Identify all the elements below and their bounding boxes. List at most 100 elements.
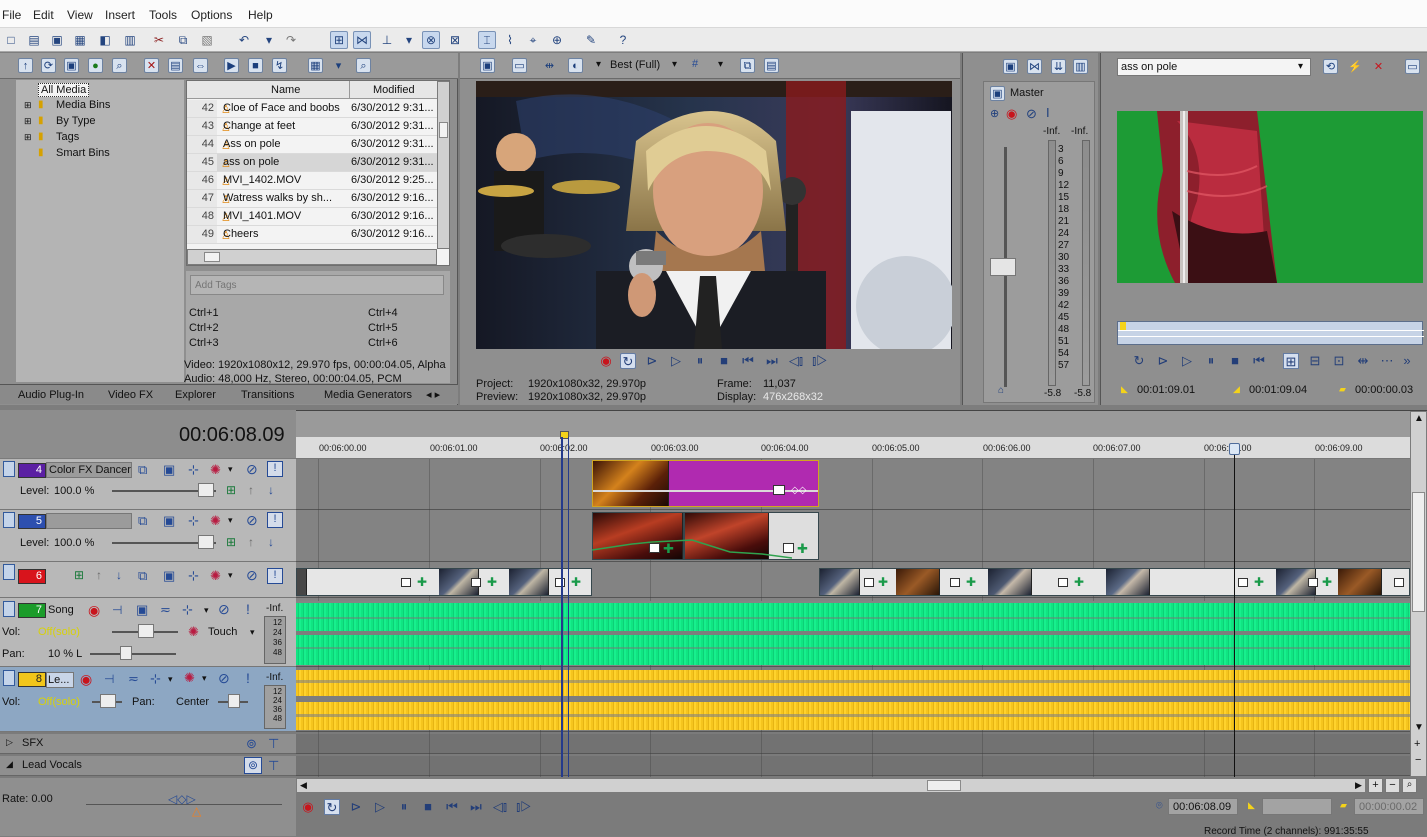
track-minimize-icon[interactable] [3, 461, 15, 477]
event-fx-icon[interactable]: ✚ [487, 575, 497, 589]
event-fx-icon[interactable]: ✚ [1254, 575, 1264, 589]
go-to-end-icon[interactable]: ⏭ [764, 353, 780, 369]
preview-quality[interactable]: Best (Full) [610, 59, 660, 71]
composite-mode-icon[interactable]: ⊞ [226, 483, 236, 497]
stop-icon[interactable]: ■ [420, 799, 436, 815]
track-fx-icon[interactable]: ▣ [163, 513, 175, 529]
automation-icon[interactable]: ✺ [210, 568, 221, 584]
bus-track-sfx[interactable]: ▷ SFX ⊚ ⊤ [0, 734, 296, 754]
solo-icon[interactable]: ! [267, 568, 283, 584]
trimmer-pause-icon[interactable]: ⏸ [1203, 353, 1219, 369]
event-fx-icon[interactable]: ✚ [417, 575, 427, 589]
child-icon[interactable]: ↓ [116, 568, 122, 582]
expand-icon[interactable]: ▷ [6, 737, 13, 748]
next-frame-icon[interactable]: ⫾▷ [812, 353, 828, 369]
opacity-envelope[interactable] [592, 512, 820, 560]
normal-edit-tool-icon[interactable]: ⌶ [478, 31, 496, 49]
delete-icon[interactable]: ✕ [144, 58, 159, 73]
trimmer-marker[interactable] [1120, 322, 1126, 330]
trimmer-snap-icon[interactable]: ⋯ [1379, 353, 1395, 369]
track-motion-icon[interactable]: ⧉ [138, 462, 147, 478]
arm-icon[interactable]: ⊕ [990, 107, 999, 120]
trimmer-go-start-icon[interactable]: ⏮ [1251, 353, 1267, 369]
track-minimize-icon[interactable] [3, 512, 15, 528]
go-to-end-icon[interactable]: ⏭ [468, 799, 484, 815]
track-header-5[interactable]: 5 ⧉ ▣ ⊹ ✺ ▾ ⊘ ! Level: 100.0 % ⊞ ↑ ↓ [0, 510, 296, 562]
menu-view[interactable]: View [67, 8, 93, 22]
tab-transitions[interactable]: Transitions [241, 389, 294, 401]
tab-scroll-icon[interactable]: ◂ ▸ [426, 388, 440, 401]
lock-icon[interactable]: ⌂ [998, 385, 1004, 396]
ignore-grouping-icon[interactable]: ⊠ [446, 31, 464, 49]
automation-icon[interactable]: ✺ [188, 624, 199, 640]
pan-slider-handle[interactable] [120, 646, 132, 660]
pan-crop-icon[interactable] [555, 578, 565, 587]
hscroll-thumb[interactable] [927, 780, 961, 791]
refresh-icon[interactable]: ⟳ [41, 58, 56, 73]
trimmer-sparkle-icon[interactable]: ⚡ [1347, 59, 1362, 74]
trimmer-loop-icon[interactable]: ↻ [1131, 353, 1147, 369]
event-fx-icon[interactable]: ✚ [966, 575, 976, 589]
track-minimize-icon[interactable] [3, 601, 15, 617]
next-frame-icon[interactable]: ⫾▷ [516, 799, 532, 815]
cut-icon[interactable]: ✂ [150, 31, 168, 49]
level-slider-handle[interactable] [198, 535, 214, 549]
whats-this-help-icon[interactable]: ? [614, 31, 632, 49]
views-dropdown-icon[interactable]: ▾ [331, 58, 346, 73]
auto-preview-icon[interactable]: ⇔ [193, 58, 208, 73]
pause-icon[interactable]: ⏸ [396, 799, 412, 815]
clip-track6-a[interactable]: ✚ ✚ ✚ [296, 568, 592, 596]
views-icon[interactable]: ▦ [308, 58, 323, 73]
ripple-edit-icon[interactable]: ⊥ [378, 31, 396, 49]
timeline-vscroll[interactable]: ▲ ▼ + − [1410, 411, 1427, 777]
mute-icon[interactable]: ⊘ [246, 461, 258, 478]
trimmer-timeline[interactable] [1117, 321, 1424, 345]
pan-slider[interactable] [90, 653, 176, 655]
pan-slider-handle[interactable] [228, 694, 240, 708]
lock-envelopes-icon[interactable]: ⊗ [422, 31, 440, 49]
loop-region-start[interactable] [561, 437, 563, 777]
automation-icon[interactable]: ✺ [210, 462, 221, 478]
eq-icon[interactable]: ≂ [128, 671, 139, 687]
paste-icon[interactable]: ▧ [198, 31, 216, 49]
preview-quality-dropdown-icon[interactable]: ▾ [596, 59, 601, 70]
column-modified[interactable]: Modified [373, 84, 415, 96]
event-fx-icon[interactable]: ✚ [1074, 575, 1084, 589]
solo-icon[interactable]: ! [246, 670, 250, 686]
new-icon[interactable]: □ [2, 31, 20, 49]
parent-icon[interactable]: ↑ [248, 535, 254, 549]
go-to-start-icon[interactable]: ⏮ [444, 799, 460, 815]
lane-track-4[interactable] [296, 459, 1410, 510]
menu-tools[interactable]: Tools [149, 8, 177, 22]
expand-icon[interactable]: ⊞ [24, 116, 32, 127]
ripple-dropdown-icon[interactable]: ▾ [400, 31, 418, 49]
bus-track-lead-vocals[interactable]: ◢ Lead Vocals ⊚ ⊤ [0, 756, 296, 776]
record-icon[interactable]: ◉ [598, 353, 614, 369]
master-fader-handle[interactable] [990, 258, 1016, 276]
mute-icon[interactable]: ⊘ [1026, 106, 1037, 122]
mute-icon[interactable]: ⊘ [218, 670, 230, 687]
expand-icon[interactable]: ⊞ [24, 132, 32, 143]
open-icon[interactable]: ▤ [25, 31, 43, 49]
pan-crop-icon[interactable] [401, 578, 411, 587]
input-icon[interactable]: ⊹ [182, 602, 193, 618]
record-icon[interactable]: ◉ [300, 799, 316, 815]
child-icon[interactable]: ↓ [268, 535, 274, 549]
zoom-in-icon[interactable]: + [1414, 738, 1420, 750]
tree-smart-bins[interactable]: Smart Bins [56, 147, 110, 159]
marker-bar[interactable] [296, 411, 1410, 437]
column-divider[interactable] [349, 81, 350, 99]
column-name[interactable]: Name [271, 84, 300, 96]
auto-crossfade-icon[interactable]: ⋈ [353, 31, 371, 49]
loop-playback-icon[interactable]: ↻ [324, 799, 340, 815]
media-row[interactable]: 48 ♙ MVI_1401.MOV 6/30/2012 9:16... [187, 208, 449, 226]
trimmer-remove-icon[interactable]: ✕ [1371, 59, 1386, 74]
vol-slider-handle[interactable] [100, 694, 116, 708]
play-from-start-icon[interactable]: ⊳ [644, 353, 660, 369]
mute-icon[interactable]: ⊘ [246, 512, 258, 529]
media-row[interactable]: 44 ♙ Ass on pole 6/30/2012 9:31... [187, 136, 449, 154]
pan-crop-icon[interactable] [864, 578, 874, 587]
parent-icon[interactable]: ↑ [248, 483, 254, 497]
track-motion-icon[interactable]: ⧉ [138, 568, 147, 584]
automation-dropdown-icon[interactable]: ▾ [228, 515, 233, 526]
